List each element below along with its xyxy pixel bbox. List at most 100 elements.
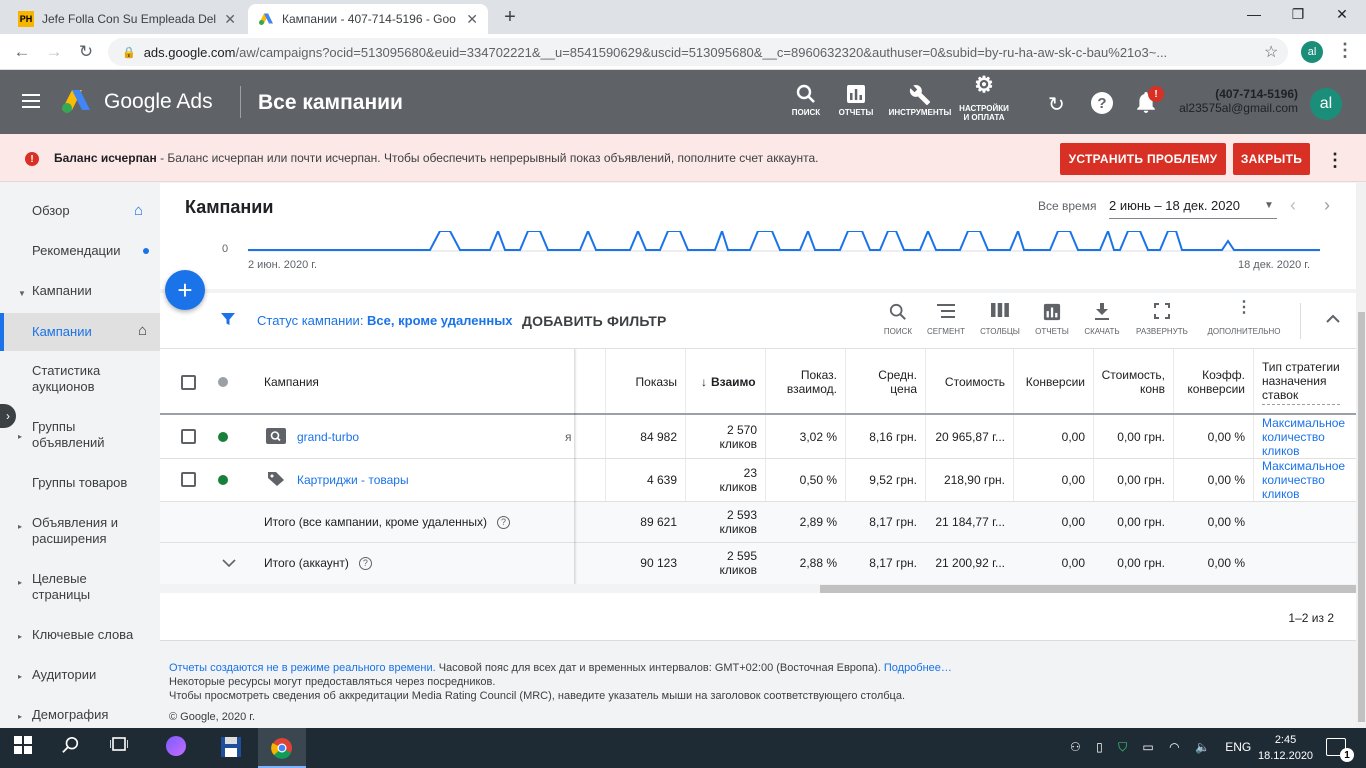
expand-chevron-icon[interactable] [222, 543, 236, 583]
close-tab-icon[interactable]: ✕ [224, 11, 236, 28]
row-checkbox[interactable] [181, 472, 196, 487]
bid-strategy-link[interactable]: Максимальное количество кликов [1262, 458, 1345, 501]
help-icon[interactable]: ? [358, 556, 372, 570]
horizontal-scrollbar[interactable] [820, 585, 1356, 593]
account-phone: (407-714-5196) [1215, 87, 1298, 101]
total-conv-rate: 0,00 % [1207, 515, 1245, 529]
help-icon[interactable]: ? [1091, 92, 1113, 114]
sidebar-item-keywords[interactable]: ▸ Ключевые слова [0, 627, 160, 643]
shield-icon[interactable]: ⛉ [1118, 740, 1127, 754]
table-search-button[interactable]: ПОИСК [878, 303, 918, 337]
segment-button[interactable]: СЕГМЕНТ [924, 303, 968, 337]
bid-strategy-link[interactable]: Максимальное количество кликов [1262, 415, 1345, 458]
forward-arrow-icon[interactable]: → [44, 42, 64, 62]
realtime-reports-link[interactable]: Отчеты создаются не в режиме реального в… [169, 662, 436, 674]
back-arrow-icon[interactable]: ← [12, 42, 32, 62]
header-reports-button[interactable]: ОТЧЕТЫ [836, 84, 876, 117]
dropdown-caret-icon[interactable]: ▼ [1264, 200, 1274, 211]
language-indicator[interactable]: ENG [1225, 740, 1251, 754]
header-avg-cost[interactable]: Средн. цена [845, 349, 917, 415]
campaign-link[interactable]: Картриджи - товары [297, 458, 409, 501]
chevron-left-icon[interactable]: ‹ [1290, 195, 1296, 216]
header-impressions[interactable]: Показы [605, 349, 677, 415]
taskbar-search-icon[interactable] [62, 736, 80, 759]
header-settings-billing-button[interactable]: ⚙ НАСТРОЙКИ И ОПЛАТА [956, 74, 1012, 123]
refresh-icon[interactable]: ↻ [1048, 92, 1065, 117]
url-input[interactable]: 🔒 ads.google.com /aw/campaigns?ocid=5130… [108, 38, 1288, 66]
campaign-status-filter[interactable]: Статус кампании: Все, кроме удаленных [257, 313, 513, 328]
sidebar-item-product-groups[interactable]: Группы товаров [0, 475, 160, 491]
header-search-button[interactable]: ПОИСК [788, 84, 824, 117]
close-alert-button[interactable]: ЗАКРЫТЬ [1233, 143, 1310, 175]
save-disk-app-icon[interactable] [220, 736, 242, 763]
reports-button[interactable]: ОТЧЕТЫ [1032, 303, 1072, 337]
header-cost-per-conv[interactable]: Стоимость, конв [1093, 349, 1165, 415]
header-campaign[interactable]: Кампания [264, 349, 319, 415]
sidebar-item-campaigns[interactable]: Кампании ⌂ [0, 313, 160, 351]
learn-more-link[interactable]: Подробнее… [884, 662, 952, 674]
cell-cost-per-conv: 0,00 грн. [1117, 472, 1165, 487]
account-avatar[interactable]: al [1310, 88, 1342, 120]
sidebar-item-demographics[interactable]: ▸ Демография [0, 707, 160, 723]
date-range-dropdown[interactable]: 2 июнь – 18 дек. 2020 [1109, 198, 1277, 219]
taskbar-clock[interactable]: 2:45 18.12.2020 [1258, 732, 1313, 764]
chevron-right-icon[interactable]: › [1324, 195, 1330, 216]
browser-tab-active[interactable]: Кампании - 407-714-5196 - Goo ✕ [248, 4, 488, 34]
sidebar-item-auction-insights[interactable]: Статистика аукционов [0, 363, 160, 395]
chrome-taskbar-button[interactable] [258, 728, 306, 768]
fix-problem-button[interactable]: УСТРАНИТЬ ПРОБЛЕМУ [1060, 143, 1226, 175]
minimize-button[interactable]: — [1234, 6, 1274, 22]
sidebar-item-recommendations[interactable]: Рекомендации [0, 243, 160, 259]
browser-profile-avatar[interactable]: al [1301, 41, 1323, 63]
sidebar-item-audiences[interactable]: ▸ Аудитории [0, 667, 160, 683]
windows-start-icon[interactable] [14, 736, 32, 759]
header-bid-strategy[interactable]: Тип стратегии назначения ставок [1262, 349, 1352, 415]
columns-button[interactable]: СТОЛБЦЫ [976, 303, 1024, 337]
header-conv-rate[interactable]: Коэфф. конверсии [1173, 349, 1245, 415]
collapse-chevron-icon[interactable] [1326, 311, 1340, 327]
expand-button[interactable]: РАЗВЕРНУТЬ [1132, 303, 1192, 337]
account-info[interactable]: (407-714-5196) al23575al@gmail.com [1170, 87, 1298, 115]
campaign-link[interactable]: grand-turbo [297, 415, 359, 458]
header-interactions[interactable]: ↓ Взаимо [685, 349, 765, 415]
header-conversions[interactable]: Конверсии [1013, 349, 1085, 415]
filter-icon[interactable] [220, 311, 236, 332]
download-button[interactable]: СКАЧАТЬ [1080, 303, 1124, 337]
status-enabled-dot[interactable] [218, 475, 228, 485]
close-tab-icon[interactable]: ✕ [466, 11, 478, 28]
sidebar-item-landing-pages[interactable]: ▸ Целевые страницы [0, 571, 160, 603]
maximize-button[interactable]: ❐ [1278, 6, 1318, 23]
header-cost[interactable]: Стоимость [925, 349, 1005, 415]
window-close-button[interactable]: ✕ [1322, 6, 1362, 23]
assistant-icon[interactable] [166, 736, 186, 756]
reports-icon [836, 84, 876, 108]
sidebar-item-ad-groups[interactable]: ▸ Группы объявлений [0, 419, 160, 451]
battery-icon[interactable]: ▭ [1142, 740, 1153, 754]
add-campaign-fab[interactable]: + [165, 270, 205, 310]
bookmark-star-icon[interactable]: ☆ [1264, 42, 1278, 62]
alert-more-icon[interactable]: ⋮ [1326, 150, 1344, 171]
reload-icon[interactable]: ↻ [76, 42, 96, 62]
sidebar-group-campaigns[interactable]: ▼ Кампании [0, 283, 160, 299]
hamburger-menu-icon[interactable] [22, 94, 40, 108]
task-view-icon[interactable] [109, 736, 129, 757]
browser-menu-icon[interactable]: ⋮ [1336, 40, 1354, 61]
new-tab-button[interactable]: + [498, 6, 522, 29]
more-options-button[interactable]: ⋮ ДОПОЛНИТЕЛЬНО [1204, 300, 1284, 337]
row-checkbox[interactable] [181, 429, 196, 444]
wifi-icon[interactable]: ◠ [1169, 740, 1179, 754]
vertical-scrollbar-thumb[interactable] [1358, 312, 1365, 722]
volume-icon[interactable]: 🔈 [1195, 740, 1210, 754]
select-all-checkbox[interactable] [181, 375, 196, 390]
network-icon[interactable]: ⚇ [1070, 740, 1081, 754]
status-enabled-dot[interactable] [218, 432, 228, 442]
status-header-dot[interactable] [218, 377, 228, 387]
sidebar-item-ads-extensions[interactable]: ▸ Объявления и расширения [0, 515, 160, 547]
add-filter-button[interactable]: ДОБАВИТЬ ФИЛЬТР [522, 313, 667, 329]
usb-icon[interactable]: ▯ [1096, 740, 1103, 754]
sidebar-item-overview[interactable]: Обзор ⌂ [0, 203, 160, 219]
help-icon[interactable]: ? [497, 515, 511, 529]
header-tools-button[interactable]: ИНСТРУМЕНТЫ [888, 84, 952, 117]
header-interaction-rate[interactable]: Показ. взаимод. [765, 349, 837, 415]
browser-tab[interactable]: PH Jefe Folla Con Su Empleada Del S ✕ [8, 4, 246, 34]
